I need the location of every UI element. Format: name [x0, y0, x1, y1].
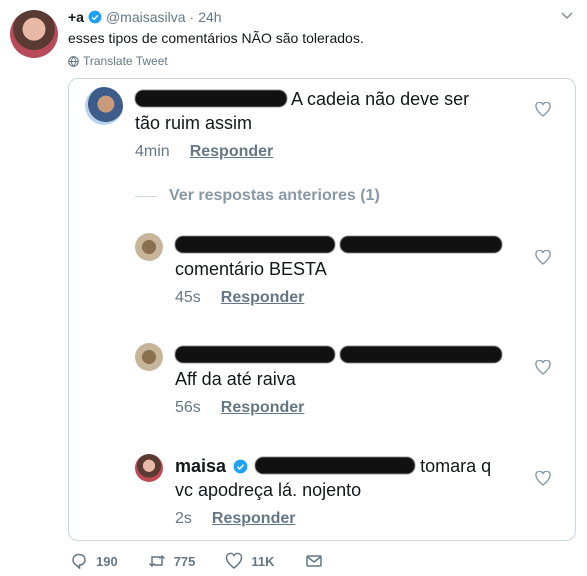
translate-tweet-link[interactable]: Translate Tweet	[68, 54, 168, 68]
comment-text-second-line: vc apodreça lá. nojento	[175, 480, 362, 500]
globe-icon	[68, 55, 79, 67]
tweet: +a @maisasilva · 24h esses tipos de come…	[0, 0, 587, 576]
censored-username	[175, 346, 335, 363]
like-count: 11K	[251, 553, 275, 569]
message-icon	[305, 555, 322, 567]
commenter-avatar	[85, 87, 123, 125]
like-action[interactable]: 11K	[225, 552, 275, 570]
separator-dot: ·	[189, 9, 195, 25]
translate-label: Translate Tweet	[83, 54, 168, 68]
author-name[interactable]: +a	[68, 9, 84, 25]
comment-meta: 45s Responder	[175, 289, 304, 307]
comment-time: 4min	[135, 143, 170, 160]
previous-replies-label: Ver respostas anteriores (1)	[169, 187, 380, 204]
embedded-screenshot: A cadeia não deve ser tão ruim assim 4mi…	[68, 78, 576, 541]
retweet-count: 775	[173, 553, 196, 569]
tweet-header: +a @maisasilva · 24h	[68, 9, 222, 25]
verified-icon	[233, 459, 248, 474]
censored-mention	[340, 236, 503, 253]
heart-icon[interactable]	[535, 102, 551, 117]
comment-text: maisa tomara q vc apodreça lá. nojento	[175, 454, 525, 502]
comment-meta: 2s Responder	[175, 510, 295, 528]
divider-line	[135, 195, 157, 197]
tweet-actions: 190 775 11K	[70, 552, 323, 570]
comment-time: 56s	[175, 399, 201, 416]
retweet-icon	[148, 554, 165, 568]
comment-text-first-line: A cadeia não deve ser	[291, 89, 470, 109]
commenter-name[interactable]: maisa	[175, 456, 226, 476]
comment-time: 45s	[175, 289, 201, 306]
reply-link[interactable]: Responder	[212, 510, 296, 528]
censored-username	[135, 90, 287, 107]
comment-text-second-line: tão ruim assim	[135, 113, 253, 133]
comment-text: comentário BESTA	[175, 233, 515, 281]
comment-time: 2s	[175, 510, 192, 527]
caret-down-icon[interactable]	[561, 12, 573, 20]
reply-icon	[72, 553, 86, 570]
reply-action[interactable]: 190	[70, 552, 118, 570]
censored-mention	[255, 457, 416, 474]
previous-replies-link[interactable]: Ver respostas anteriores (1)	[135, 187, 380, 205]
tweet-text: esses tipos de comentários NÃO são toler…	[68, 30, 364, 46]
comment-meta: 56s Responder	[175, 399, 304, 417]
commenter-avatar	[135, 343, 163, 371]
message-action[interactable]	[305, 552, 323, 570]
comment-text-second-line: comentário BESTA	[175, 259, 327, 279]
reply-link[interactable]: Responder	[190, 143, 274, 161]
author-avatar[interactable]	[10, 10, 58, 58]
censored-mention	[340, 346, 503, 363]
reply-count: 190	[96, 553, 118, 569]
censored-username	[175, 236, 335, 253]
heart-icon[interactable]	[535, 250, 551, 265]
heart-icon[interactable]	[535, 471, 551, 486]
retweet-action[interactable]: 775	[148, 552, 196, 570]
comment-text: A cadeia não deve ser tão ruim assim	[135, 87, 515, 135]
commenter-avatar	[135, 233, 163, 261]
heart-icon[interactable]	[535, 360, 551, 375]
verified-icon	[88, 10, 102, 24]
like-icon	[226, 552, 243, 569]
reply-link[interactable]: Responder	[221, 399, 305, 417]
commenter-avatar	[135, 454, 163, 482]
comment-text: Aff da até raiva	[175, 343, 515, 391]
tweet-time[interactable]: 24h	[198, 9, 221, 25]
comment-text-second-line: Aff da até raiva	[175, 369, 296, 389]
author-handle[interactable]: @maisasilva	[106, 9, 186, 25]
comment-meta: 4min Responder	[135, 143, 273, 161]
comment-text-first-line: tomara q	[420, 456, 492, 476]
reply-link[interactable]: Responder	[221, 289, 305, 307]
